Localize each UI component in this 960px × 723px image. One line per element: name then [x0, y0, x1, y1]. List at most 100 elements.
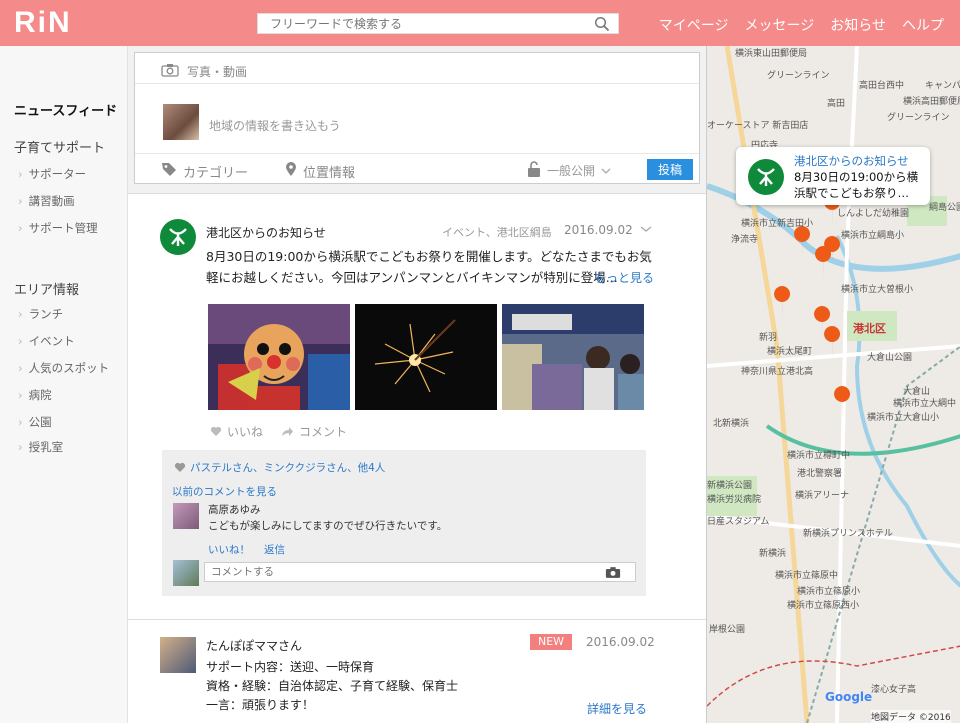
map-label: 綱島公園 [929, 203, 960, 213]
map-label: 新横浜公園 [707, 481, 753, 491]
location-button[interactable]: 位置情報 [285, 161, 355, 181]
popup-title[interactable]: 港北区からのお知らせ [794, 153, 909, 169]
search-input[interactable] [258, 14, 588, 33]
post-options-chevron-icon[interactable] [640, 222, 652, 236]
sidebar-item-event[interactable]: イベント [18, 333, 75, 349]
message: 一言：頑張ります！ [206, 698, 315, 712]
search-bar[interactable] [257, 13, 619, 34]
top-header: RiN マイページ メッセージ お知らせ ヘルプ [0, 0, 960, 46]
comment-label: コメント [299, 425, 348, 439]
comment-reply-button[interactable]: 返信 [264, 542, 285, 557]
map-label: 横浜高田郵便局 [903, 97, 960, 107]
avatar [160, 637, 196, 673]
map-label: 新横浜プリンスホテル [803, 529, 893, 539]
composer-input[interactable]: 地域の情報を書き込もう [209, 117, 341, 134]
location-label: 位置情報 [303, 165, 356, 181]
heart-icon [174, 462, 186, 472]
sidebar-item-videos[interactable]: 講習動画 [18, 193, 75, 209]
map-label: しんよしだ幼稚園 [837, 209, 910, 219]
sidebar-section-area[interactable]: エリア情報 [14, 279, 79, 298]
visibility-label: 一般公開 [547, 164, 596, 178]
like-label: いいね [227, 425, 264, 439]
composer: 写真・動画 地域の情報を書き込もう カテゴリー 位置情報 一般公開 投稿 [134, 52, 700, 184]
visibility-select[interactable]: 一般公開 [527, 161, 611, 180]
comment-button[interactable]: コメント [281, 423, 347, 440]
org-logo-icon [160, 219, 196, 255]
likers-text: パステルさん、ミンククジラさん、他4人 [190, 462, 386, 474]
likers-list[interactable]: パステルさん、ミンククジラさん、他4人 [174, 460, 385, 475]
app-logo[interactable]: RiN [14, 8, 72, 38]
sidebar-item-park[interactable]: 公園 [18, 414, 52, 430]
category-label: カテゴリー [183, 165, 249, 181]
avatar [173, 503, 199, 529]
map-label: 新羽 [759, 333, 778, 343]
main-nav: マイページ メッセージ お知らせ ヘルプ [659, 15, 944, 35]
nav-notifications[interactable]: お知らせ [830, 15, 886, 35]
org-logo-icon [748, 159, 784, 195]
map-label: 横浜市立綱島小 [841, 231, 905, 241]
comment-field[interactable] [204, 562, 636, 582]
sidebar-item-hospital[interactable]: 病院 [18, 387, 52, 403]
lock-icon [527, 161, 541, 180]
comment-section: パステルさん、ミンククジラさん、他4人 以前のコメントを見る 高原あゆみ こども… [162, 450, 646, 596]
sidebar-item-lunch[interactable]: ランチ [18, 306, 64, 322]
comment-author[interactable]: 高原あゆみ [208, 502, 261, 517]
post-actions: いいね コメント [210, 423, 347, 440]
post-photo-sparkler[interactable] [355, 304, 497, 410]
sidebar-item-newsfeed[interactable]: ニュースフィード [14, 100, 117, 119]
map-label: 横浜市立樽町中 [787, 451, 851, 461]
previous-comments-link[interactable]: 以前のコメントを見る [172, 484, 277, 499]
avatar [173, 560, 199, 586]
post-author[interactable]: たんぽぽママさん [206, 637, 302, 654]
sidebar-item-support-admin[interactable]: サポート管理 [18, 220, 98, 236]
popup-text: 8月30日の19:00から横浜駅でこどもお祭り… [794, 170, 919, 200]
category-button[interactable]: カテゴリー [161, 161, 248, 181]
map-label: 浄流寺 [731, 235, 759, 245]
comment-like-button[interactable]: いいね！ [208, 542, 250, 557]
post-body: 8月30日の19:00から横浜駅でこどもお祭りを開催します。どなたさまでもお気軽… [206, 249, 652, 285]
map-label: 横浜市立篠原小 [797, 587, 861, 597]
map-label: グリーンライン [887, 113, 950, 123]
map-label: 高田台西中 [859, 81, 905, 91]
map-label: 横浜市立篠原西小 [787, 601, 860, 611]
comment-input[interactable] [205, 563, 595, 581]
post-photo-anpanman[interactable] [208, 304, 350, 410]
map-label: 横浜市立篠原中 [775, 571, 839, 581]
sidebar-item-spots[interactable]: 人気のスポット [18, 360, 110, 376]
sidebar-section-support[interactable]: 子育てサポート [14, 137, 105, 156]
like-button[interactable]: いいね [210, 423, 263, 440]
sidebar-item-nursing-room[interactable]: 授乳室 [18, 439, 64, 455]
post-date: 2016.09.02 [586, 635, 655, 649]
map-label: 横浜東山田郵便局 [735, 49, 808, 59]
comment-actions: いいね！ 返信 [208, 542, 285, 557]
chevron-down-icon [601, 164, 611, 178]
sidebar: ニュースフィード 子育てサポート サポーター 講習動画 サポート管理 エリア情報… [0, 46, 128, 723]
nav-help[interactable]: ヘルプ [902, 15, 944, 35]
map-label: キャンパ [925, 81, 960, 91]
map-label: 横浜市立大倉山小 [867, 413, 940, 423]
camera-icon[interactable] [605, 566, 621, 582]
map-info-popup[interactable]: 港北区からのお知らせ 8月30日の19:00から横浜駅でこどもお祭り… [736, 147, 930, 205]
nav-messages[interactable]: メッセージ [745, 15, 815, 35]
location-pin-icon [285, 161, 297, 181]
media-label: 写真・動画 [187, 65, 248, 79]
google-logo: Google [825, 690, 873, 704]
map-label: 岸根公園 [709, 625, 746, 635]
post-date: 2016.09.02 [564, 223, 633, 237]
map-label: 大倉山公園 [867, 353, 913, 363]
details-link[interactable]: 詳細を見る [587, 700, 647, 717]
map-label: 日産スタジアム [707, 517, 770, 527]
nav-mypage[interactable]: マイページ [659, 15, 729, 35]
search-icon[interactable] [594, 16, 610, 35]
reply-arrow-icon [282, 427, 294, 436]
support-content: サポート内容：送迎、一時保育 [206, 660, 375, 674]
add-media-button[interactable]: 写真・動画 [161, 63, 247, 80]
post-button[interactable]: 投稿 [647, 159, 693, 180]
map-label: 北新横浜 [713, 419, 750, 429]
qualifications: 資格・経験：自治体認定、子育て経験、保育士 [206, 679, 459, 693]
feed-post: たんぽぽママさん NEW 2016.09.02 サポート内容：送迎、一時保育 資… [128, 620, 706, 723]
read-more-link[interactable]: もっと見る [594, 269, 654, 286]
sidebar-item-supporter[interactable]: サポーター [18, 166, 87, 182]
post-photo-festival[interactable] [502, 304, 644, 410]
post-author[interactable]: 港北区からのお知らせ [206, 224, 326, 241]
